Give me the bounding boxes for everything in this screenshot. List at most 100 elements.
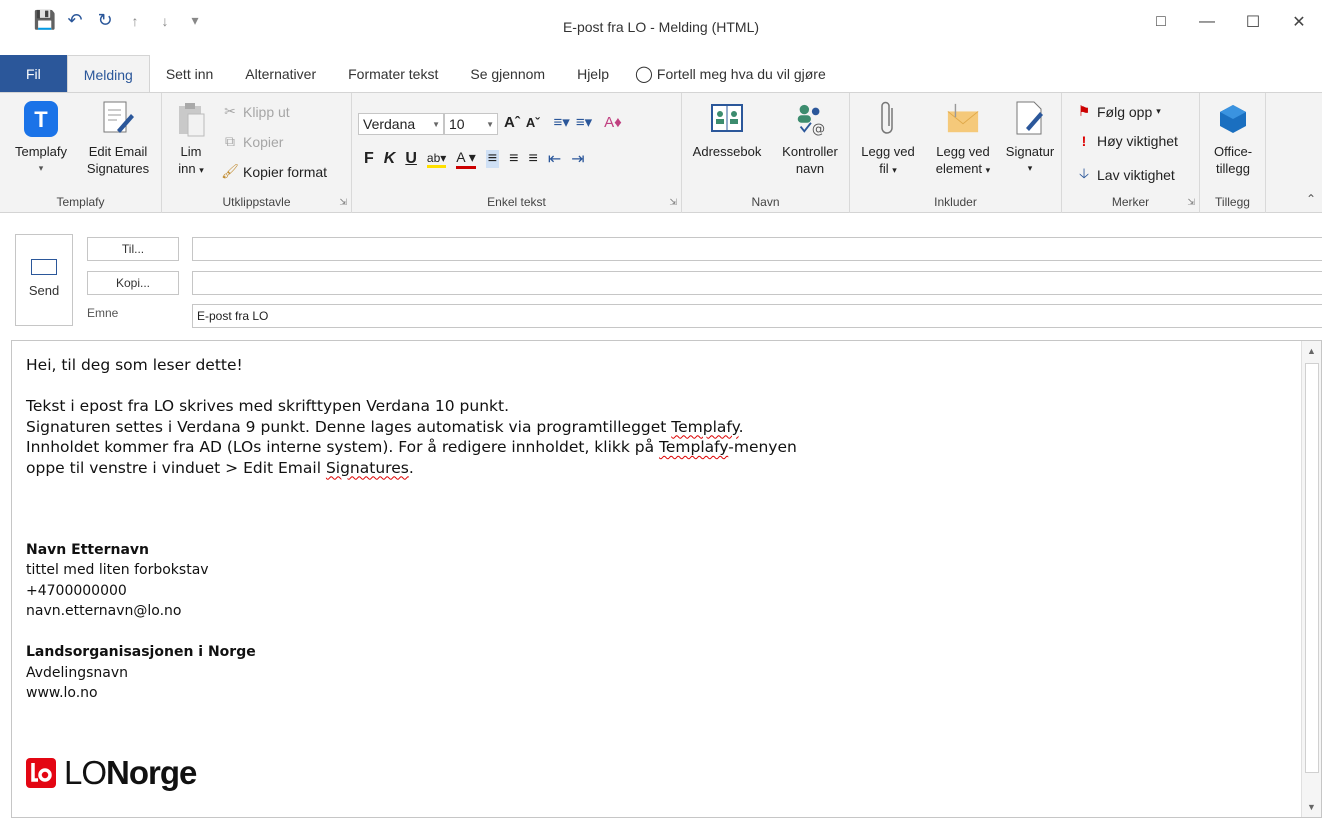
tell-me-search[interactable]: ◯ Fortell meg hva du vil gjøre bbox=[625, 55, 826, 93]
collapse-ribbon-icon[interactable]: ⌃ bbox=[1306, 192, 1316, 206]
close-button[interactable]: ✕ bbox=[1276, 0, 1322, 44]
bold-icon[interactable]: F bbox=[364, 150, 374, 168]
align-center-icon[interactable]: ≡ bbox=[509, 150, 518, 168]
group-label-addins: Tillegg bbox=[1215, 195, 1250, 209]
shrink-font-icon[interactable]: Aˇ bbox=[526, 115, 540, 130]
chevron-down-icon: ▾ bbox=[985, 165, 991, 175]
scroll-thumb[interactable] bbox=[1305, 363, 1319, 773]
high-importance-button[interactable]: ! Høy viktighet bbox=[1074, 133, 1178, 149]
cc-button[interactable]: Kopi... bbox=[87, 271, 179, 295]
clear-formatting-icon[interactable]: A♦ bbox=[604, 114, 622, 131]
chevron-down-icon: ▾ bbox=[199, 165, 204, 175]
format-painter-icon: 🖌 bbox=[221, 163, 239, 179]
scroll-down-icon[interactable]: ▼ bbox=[1302, 797, 1321, 817]
minimize-button[interactable]: — bbox=[1184, 0, 1230, 44]
grow-font-icon[interactable]: Aˆ bbox=[504, 114, 520, 131]
italic-icon[interactable]: K bbox=[384, 150, 396, 168]
to-field[interactable] bbox=[192, 237, 1322, 261]
group-label-names: Navn bbox=[751, 195, 780, 209]
group-names: Adressebok @ Kontroller navn Navn bbox=[682, 93, 850, 213]
svg-text:@: @ bbox=[812, 122, 825, 137]
dialog-launcher-icon[interactable]: ⇲ bbox=[669, 197, 677, 208]
edit-signature-icon bbox=[101, 99, 135, 139]
attach-item-button[interactable]: Legg ved element ▾ bbox=[926, 99, 1000, 179]
cc-field[interactable] bbox=[192, 271, 1322, 295]
greeting-line: Hei, til deg som leser dette! bbox=[26, 356, 243, 374]
align-left-icon[interactable]: ≡ bbox=[485, 150, 500, 168]
group-basic-text: Verdana ▼ 10 ▼ Aˆ Aˇ ≡▾ ≡▾ A♦ F K U ab▾ A … bbox=[352, 93, 682, 213]
message-body[interactable]: Hei, til deg som leser dette! Tekst i ep… bbox=[11, 340, 1322, 818]
subject-field[interactable]: E-post fra LO bbox=[192, 304, 1322, 328]
body-line-3: Innholdet kommer fra AD (LOs interne sys… bbox=[26, 438, 797, 456]
title-bar: 💾 ↶ ↻ ↑ ↓ ▾ E-post fra LO - Melding (HTM… bbox=[0, 0, 1322, 52]
paste-icon bbox=[174, 99, 208, 139]
to-button[interactable]: Til... bbox=[87, 237, 179, 261]
send-button[interactable]: Send bbox=[15, 234, 73, 326]
body-line-4: oppe til venstre i vinduet > Edit Email … bbox=[26, 458, 414, 477]
flag-icon: ⚑ bbox=[1077, 103, 1091, 119]
subject-label: Emne bbox=[87, 306, 119, 320]
check-names-icon: @ bbox=[793, 99, 827, 139]
group-templafy: T Templafy ▾ Edit Email Signatures Templ… bbox=[0, 93, 162, 213]
group-label-templafy: Templafy bbox=[56, 195, 105, 209]
ribbon: T Templafy ▾ Edit Email Signatures Templ… bbox=[0, 92, 1322, 213]
format-controls: F K U ab▾ A ▾ ≡ ≡ ≡ ⇤ ⇥ bbox=[364, 149, 585, 169]
tab-review[interactable]: Se gjennom bbox=[454, 55, 561, 93]
decrease-indent-icon[interactable]: ⇤ bbox=[548, 149, 561, 169]
cut-button[interactable]: ✂ Klipp ut bbox=[220, 103, 290, 120]
follow-up-button[interactable]: ⚑ Følg opp ▾ bbox=[1074, 103, 1161, 120]
send-envelope-icon bbox=[31, 259, 57, 275]
vertical-scrollbar[interactable]: ▲ ▼ bbox=[1301, 341, 1321, 817]
ribbon-display-options-icon[interactable]: □ bbox=[1138, 0, 1184, 44]
signature-department: Avdelingsnavn bbox=[26, 664, 128, 681]
dialog-launcher-icon[interactable]: ⇲ bbox=[1187, 197, 1195, 208]
tab-insert[interactable]: Sett inn bbox=[150, 55, 229, 93]
chevron-down-icon: ▼ bbox=[432, 119, 440, 129]
align-right-icon[interactable]: ≡ bbox=[528, 150, 537, 168]
templafy-button[interactable]: T Templafy ▾ bbox=[8, 99, 74, 177]
lo-logo-icon bbox=[26, 758, 56, 788]
highlight-icon[interactable]: ab▾ bbox=[426, 151, 447, 168]
ribbon-tabs: Fil Melding Sett inn Alternativer Format… bbox=[0, 55, 1322, 93]
font-name-combo[interactable]: Verdana ▼ bbox=[358, 113, 444, 135]
chevron-down-icon: ▾ bbox=[38, 163, 44, 173]
font-color-icon[interactable]: A ▾ bbox=[456, 149, 476, 169]
chevron-down-icon: ▾ bbox=[1027, 163, 1033, 173]
signature-name: Navn Etternavn bbox=[26, 541, 149, 558]
maximize-button[interactable]: ☐ bbox=[1230, 0, 1276, 44]
paste-button[interactable]: Lim inn ▾ bbox=[168, 99, 214, 179]
tab-message[interactable]: Melding bbox=[66, 55, 150, 93]
tab-file[interactable]: Fil bbox=[0, 55, 67, 93]
low-importance-button[interactable]: 🡣 Lav viktighet bbox=[1074, 163, 1175, 187]
tab-options[interactable]: Alternativer bbox=[229, 55, 332, 93]
bullets-icon[interactable]: ≡▾ bbox=[554, 113, 570, 131]
check-names-button[interactable]: @ Kontroller navn bbox=[772, 99, 848, 177]
signature-icon bbox=[1013, 99, 1047, 139]
underline-icon[interactable]: U bbox=[405, 150, 417, 168]
signature-block: Navn Etternavn tittel med liten forbokst… bbox=[26, 540, 797, 704]
address-book-icon bbox=[710, 99, 744, 139]
group-tags: ⚑ Følg opp ▾ ! Høy viktighet 🡣 Lav viktighet… bbox=[1062, 93, 1200, 213]
increase-indent-icon[interactable]: ⇥ bbox=[571, 149, 584, 169]
group-label-clipboard: Utklippstavle bbox=[222, 195, 291, 209]
font-size-combo[interactable]: 10 ▼ bbox=[444, 113, 498, 135]
templafy-icon: T bbox=[24, 101, 58, 137]
office-addins-button[interactable]: Office- tillegg bbox=[1202, 99, 1264, 177]
signature-phone: +4700000000 bbox=[26, 582, 127, 599]
message-text: Hei, til deg som leser dette! Tekst i ep… bbox=[26, 355, 797, 704]
copy-button[interactable]: ⧉ Kopier bbox=[220, 133, 283, 150]
signature-button[interactable]: Signatur ▾ bbox=[1000, 99, 1060, 177]
tab-help[interactable]: Hjelp bbox=[561, 55, 625, 93]
tab-format-text[interactable]: Formater tekst bbox=[332, 55, 454, 93]
numbering-icon[interactable]: ≡▾ bbox=[576, 113, 592, 131]
attach-file-button[interactable]: Legg ved fil ▾ bbox=[852, 99, 924, 179]
format-painter-button[interactable]: 🖌 Kopier format bbox=[220, 163, 327, 180]
exclamation-icon: ! bbox=[1081, 133, 1087, 149]
address-book-button[interactable]: Adressebok bbox=[686, 99, 768, 160]
scroll-up-icon[interactable]: ▲ bbox=[1302, 341, 1321, 361]
dialog-launcher-icon[interactable]: ⇲ bbox=[339, 197, 347, 208]
chevron-down-icon: ▼ bbox=[486, 119, 494, 129]
edit-email-signatures-button[interactable]: Edit Email Signatures bbox=[78, 99, 158, 177]
scissors-icon: ✂ bbox=[224, 103, 236, 119]
lo-logo-text: LONorge bbox=[64, 754, 197, 791]
